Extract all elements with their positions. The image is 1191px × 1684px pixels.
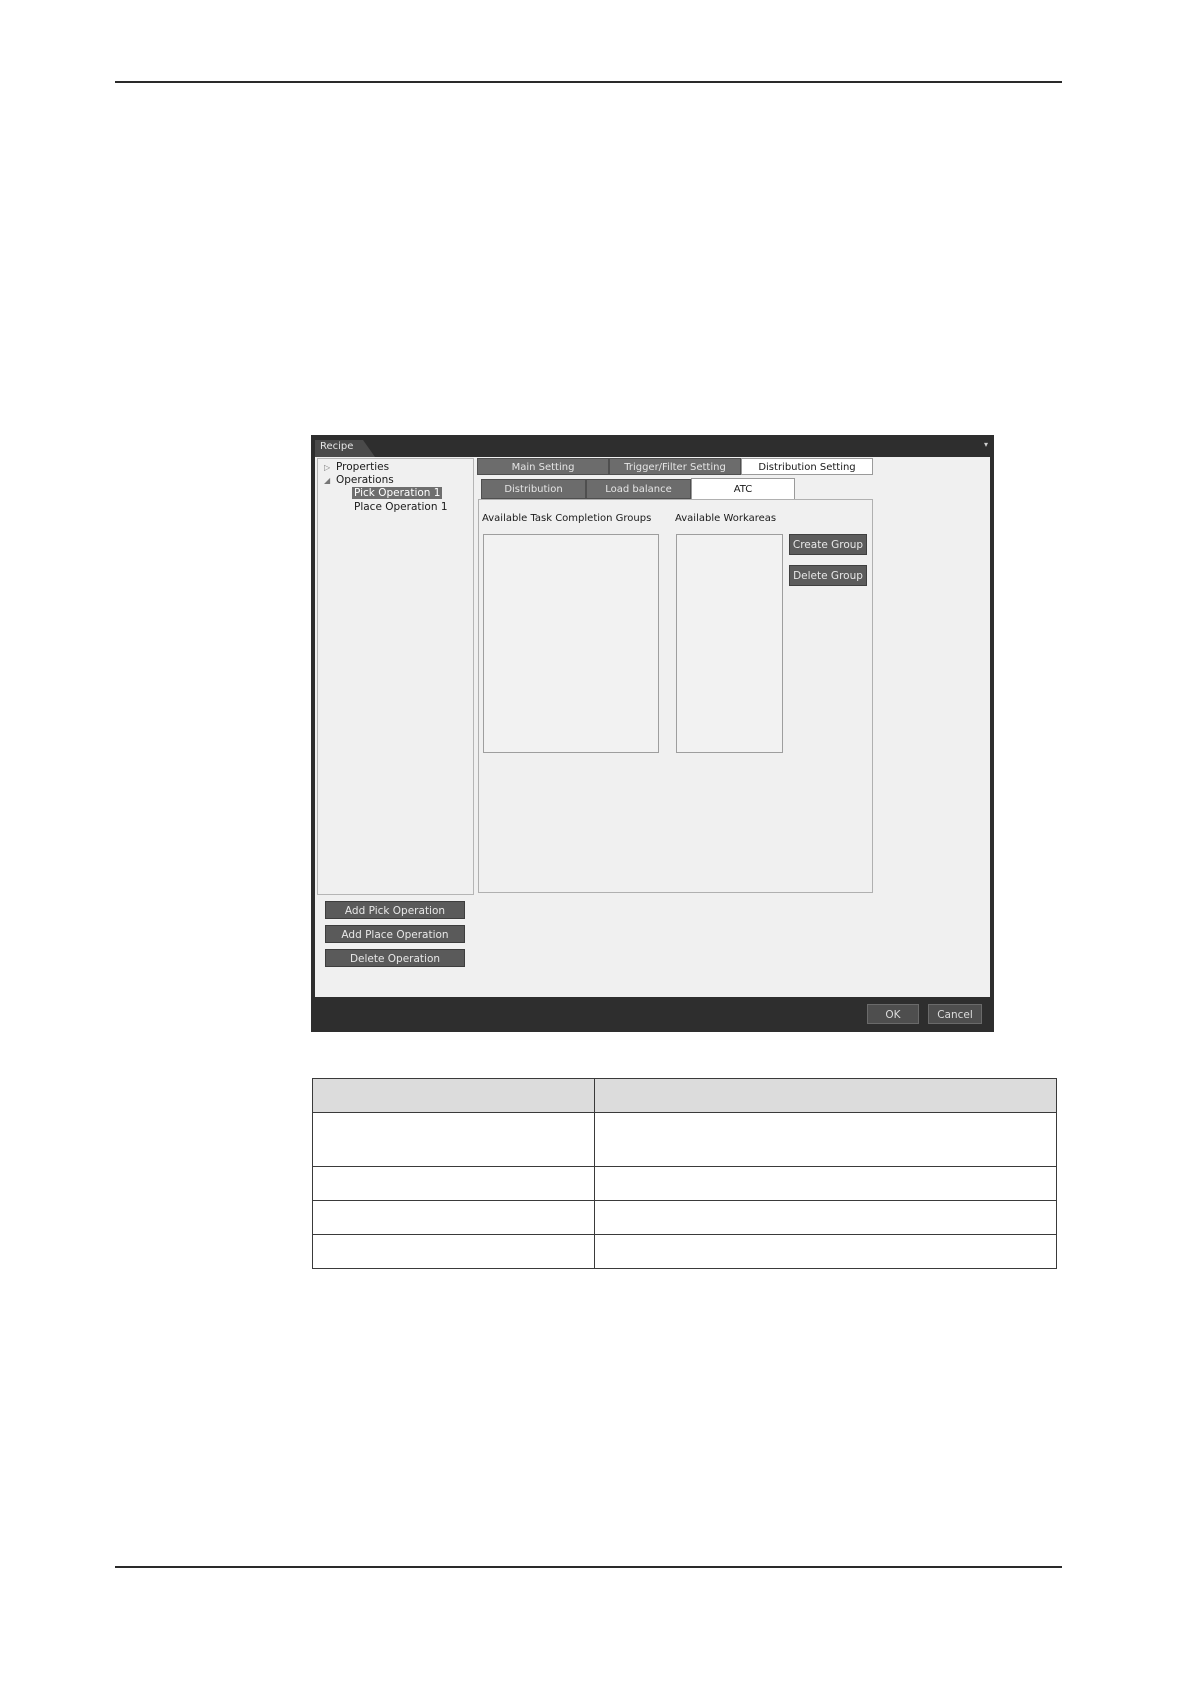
table-row <box>312 1112 1057 1167</box>
groups-label: Available Task Completion Groups <box>482 513 652 524</box>
table-header-row <box>312 1078 1057 1113</box>
dialog-footer: OK Cancel <box>311 997 994 1032</box>
tree-item-pick-operation[interactable]: Pick Operation 1 <box>352 487 443 499</box>
ok-button[interactable]: OK <box>867 1004 919 1024</box>
table-cell <box>312 1112 595 1167</box>
footer-rule <box>115 1566 1062 1568</box>
table-cell <box>312 1166 595 1201</box>
tree-item-properties[interactable]: Properties <box>336 461 389 473</box>
cancel-button[interactable]: Cancel <box>928 1004 982 1024</box>
workareas-listbox[interactable] <box>676 534 783 753</box>
delete-operation-button[interactable]: Delete Operation <box>325 949 465 967</box>
tab-distribution-setting[interactable]: Distribution Setting <box>741 458 873 475</box>
tab-load-balance[interactable]: Load balance <box>586 479 691 499</box>
table-cell <box>594 1166 1057 1201</box>
table-cell <box>594 1200 1057 1235</box>
dialog-titlebar: Recipe ▾ <box>311 435 994 457</box>
tab-atc[interactable]: ATC <box>691 478 795 500</box>
create-group-button[interactable]: Create Group <box>789 534 867 555</box>
dialog-content: ▷ Properties ◢ Operations Pick Operation… <box>315 457 990 997</box>
delete-group-button[interactable]: Delete Group <box>789 565 867 586</box>
parameter-table <box>312 1078 1057 1269</box>
header-rule <box>115 81 1062 83</box>
tab-distribution[interactable]: Distribution <box>481 479 586 499</box>
recipe-dialog: Recipe ▾ ▷ Properties ◢ Operations Pick … <box>311 435 994 1032</box>
tree-item-place-operation[interactable]: Place Operation 1 <box>354 501 448 513</box>
expand-triangle-icon[interactable]: ▷ <box>324 463 330 472</box>
collapse-triangle-icon[interactable]: ◢ <box>324 476 330 485</box>
table-cell <box>594 1112 1057 1167</box>
workareas-label: Available Workareas <box>675 513 777 524</box>
table-cell <box>312 1200 595 1235</box>
operations-tree: ▷ Properties ◢ Operations Pick Operation… <box>317 458 474 895</box>
table-row <box>312 1234 1057 1269</box>
table-row <box>312 1166 1057 1201</box>
dialog-title: Recipe <box>320 441 354 452</box>
tab-trigger-filter-setting[interactable]: Trigger/Filter Setting <box>609 458 741 475</box>
add-place-operation-button[interactable]: Add Place Operation <box>325 925 465 943</box>
table-header-cell <box>594 1078 1057 1113</box>
table-row <box>312 1200 1057 1235</box>
table-cell <box>312 1234 595 1269</box>
table-cell <box>594 1234 1057 1269</box>
tab-main-setting[interactable]: Main Setting <box>477 458 609 475</box>
table-header-cell <box>312 1078 595 1113</box>
add-pick-operation-button[interactable]: Add Pick Operation <box>325 901 465 919</box>
groups-listbox[interactable] <box>483 534 659 753</box>
dropdown-arrow-icon[interactable]: ▾ <box>984 440 988 449</box>
atc-panel: Available Task Completion Groups Availab… <box>478 499 873 893</box>
tree-item-operations[interactable]: Operations <box>336 474 394 486</box>
